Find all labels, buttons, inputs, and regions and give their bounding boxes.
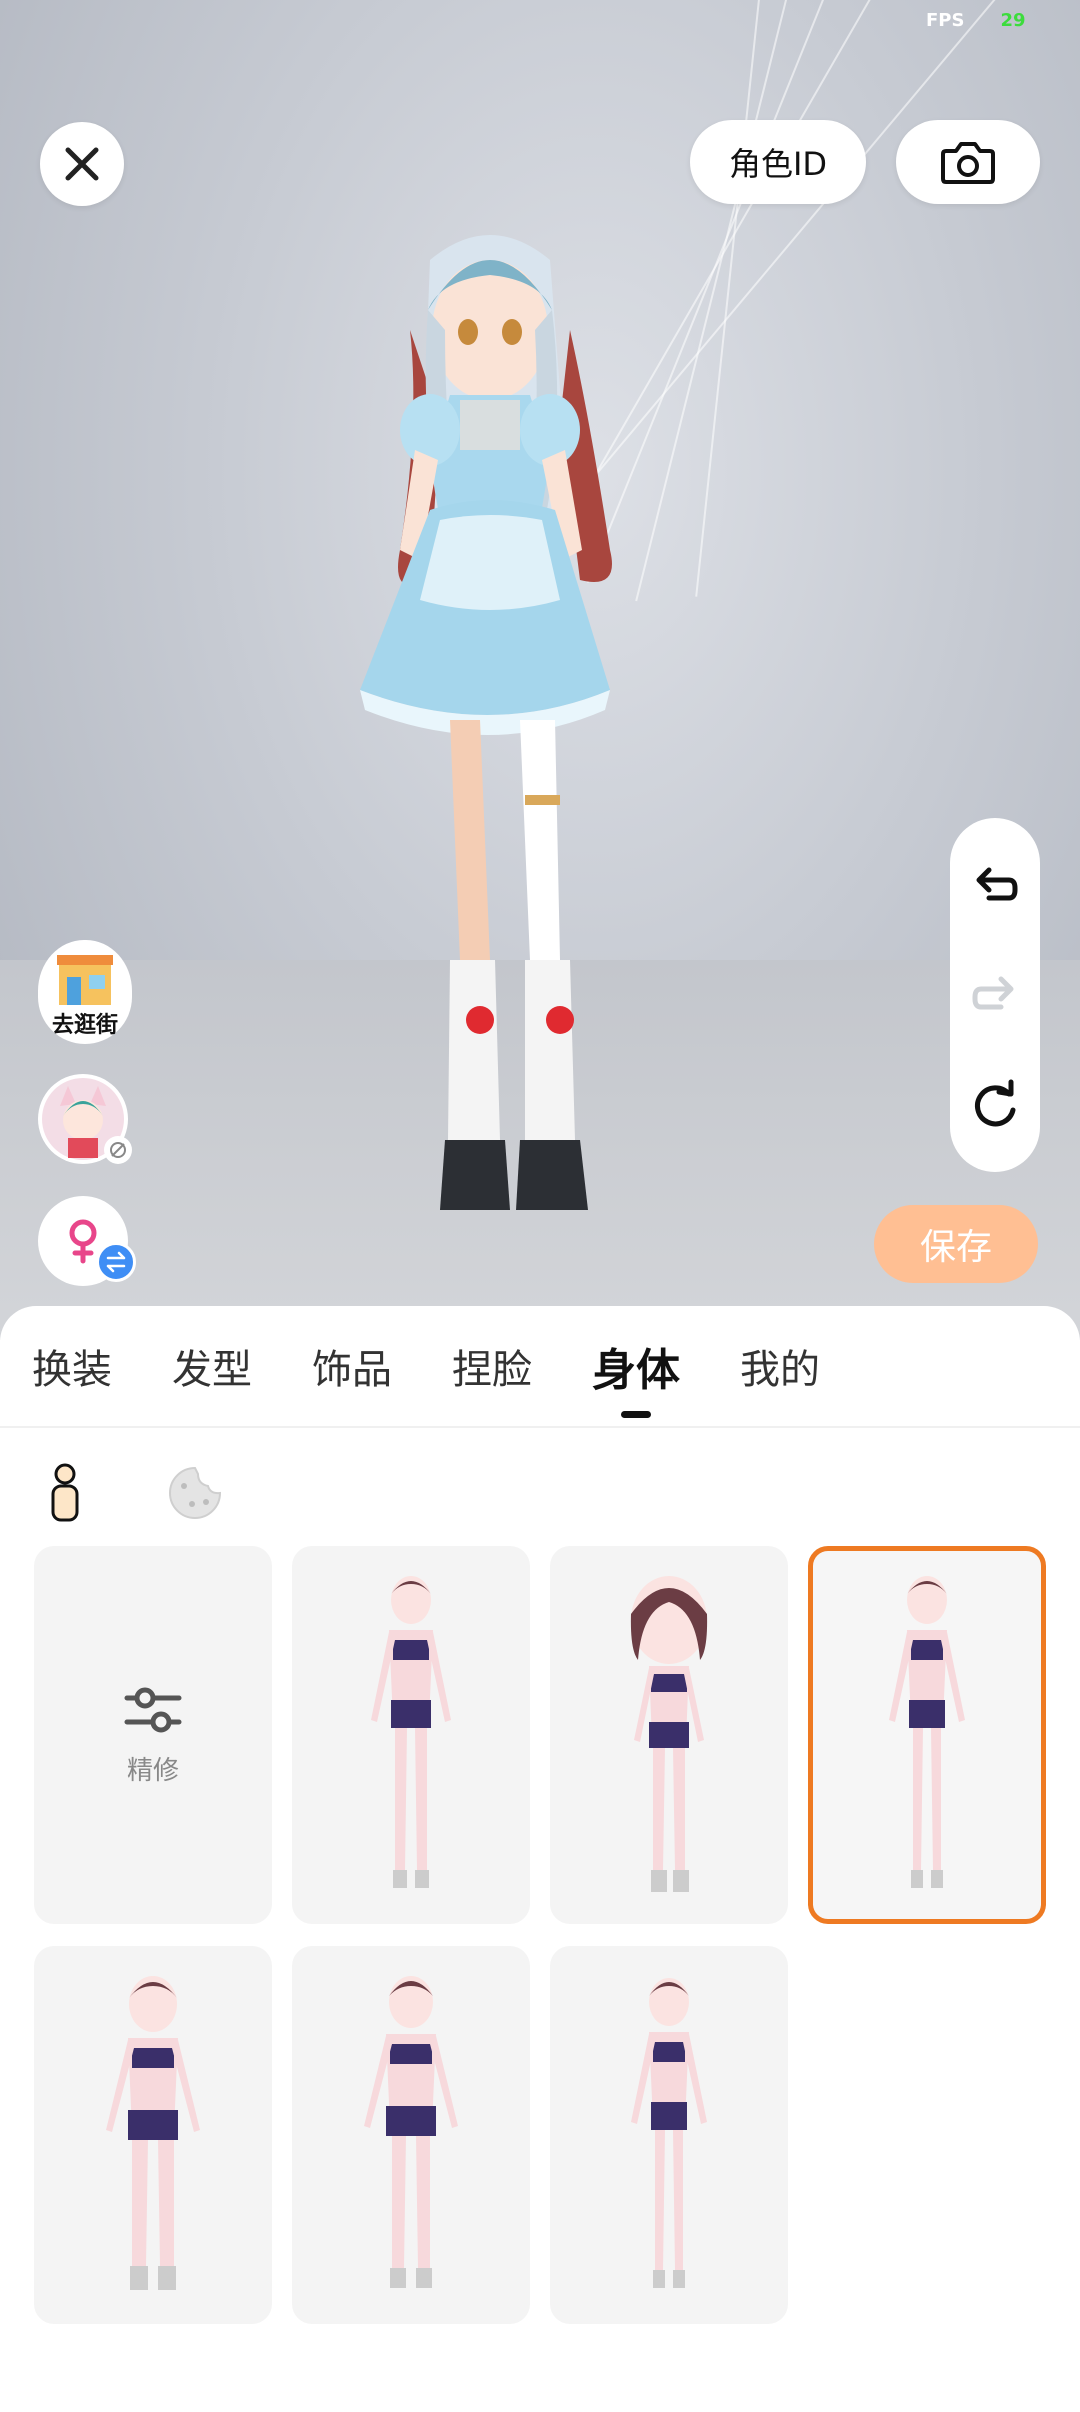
hide-toggle-badge[interactable] <box>104 1136 132 1164</box>
subtab-body-shape[interactable] <box>28 1456 102 1530</box>
history-controls <box>950 818 1040 1172</box>
body-preset-thumbnail <box>889 1576 965 1888</box>
tab-mine[interactable]: 我的 <box>740 1306 820 1426</box>
body-preset-card[interactable] <box>34 1946 272 2324</box>
hidden-icon <box>110 1142 126 1158</box>
body-preset-thumbnail <box>106 1976 200 2290</box>
tab-label: 捏脸 <box>452 1347 532 1393</box>
reset-icon[interactable] <box>969 1078 1021 1130</box>
go-shopping-label: 去逛街 <box>51 1013 118 1038</box>
refine-label: 精修 <box>126 1755 179 1786</box>
fps-counter: FPS 29 <box>926 10 1026 31</box>
body-preset-thumbnail <box>630 1576 708 1892</box>
body-preset-card[interactable] <box>292 1946 530 2324</box>
tabs-divider <box>0 1426 1080 1428</box>
body-figure-icon <box>51 1463 79 1522</box>
character-viewport[interactable]: FPS 29 角色ID 保存 去逛街 <box>0 0 1080 1340</box>
body-preset-thumbnail <box>364 1976 458 2288</box>
tab-label: 我的 <box>740 1347 820 1393</box>
fps-label: FPS <box>926 10 965 31</box>
save-label: 保存 <box>919 1227 992 1268</box>
close-icon <box>65 147 99 181</box>
refine-card[interactable]: 精修 <box>34 1546 272 1924</box>
tab-label: 换装 <box>32 1347 112 1393</box>
shop-icon <box>57 955 113 1005</box>
avatar-button[interactable] <box>38 1074 132 1164</box>
body-preset-card[interactable] <box>550 1946 788 2324</box>
body-preset-thumbnail <box>371 1576 451 1888</box>
gender-switch-button[interactable] <box>38 1196 136 1286</box>
swap-badge <box>96 1242 136 1282</box>
body-preset-card[interactable] <box>550 1546 788 1924</box>
camera-icon <box>941 142 995 184</box>
tab-hairstyle[interactable]: 发型 <box>172 1306 252 1426</box>
swap-icon <box>106 1251 126 1273</box>
tab-label: 身体 <box>592 1345 680 1396</box>
save-button[interactable]: 保存 <box>874 1205 1038 1283</box>
subtab-skin[interactable] <box>158 1456 232 1530</box>
undo-icon[interactable] <box>969 860 1021 912</box>
camera-button[interactable] <box>896 120 1040 204</box>
role-id-button[interactable]: 角色ID <box>690 120 866 204</box>
customization-panel: 换装 发型 饰品 捏脸 身体 我的 精修 <box>0 1306 1080 2412</box>
redo-icon[interactable] <box>969 969 1021 1021</box>
fps-value: 29 <box>1000 10 1026 31</box>
app-root: FPS 29 角色ID 保存 去逛街 换装 发型 饰品 捏脸 身体 我的 精修 <box>0 0 1080 2412</box>
skin-palette-icon <box>169 1466 222 1519</box>
category-tabs: 换装 发型 饰品 捏脸 身体 我的 <box>0 1306 1080 1426</box>
tab-accessories[interactable]: 饰品 <box>312 1306 392 1426</box>
character-model[interactable] <box>320 220 740 1230</box>
tab-label: 饰品 <box>312 1347 392 1393</box>
tab-face[interactable]: 捏脸 <box>452 1306 532 1426</box>
body-preset-thumbnail <box>631 1978 707 2288</box>
body-preset-card-selected[interactable] <box>808 1546 1046 1924</box>
go-shopping-button[interactable]: 去逛街 <box>38 940 132 1044</box>
tab-label: 发型 <box>172 1347 252 1393</box>
refine-content: 精修 <box>123 1684 183 1787</box>
role-id-label: 角色ID <box>728 145 828 183</box>
body-preset-card[interactable] <box>292 1546 530 1924</box>
tab-body[interactable]: 身体 <box>592 1306 680 1426</box>
tab-outfit[interactable]: 换装 <box>32 1306 112 1426</box>
close-button[interactable] <box>40 122 124 206</box>
sliders-icon <box>124 1687 182 1732</box>
